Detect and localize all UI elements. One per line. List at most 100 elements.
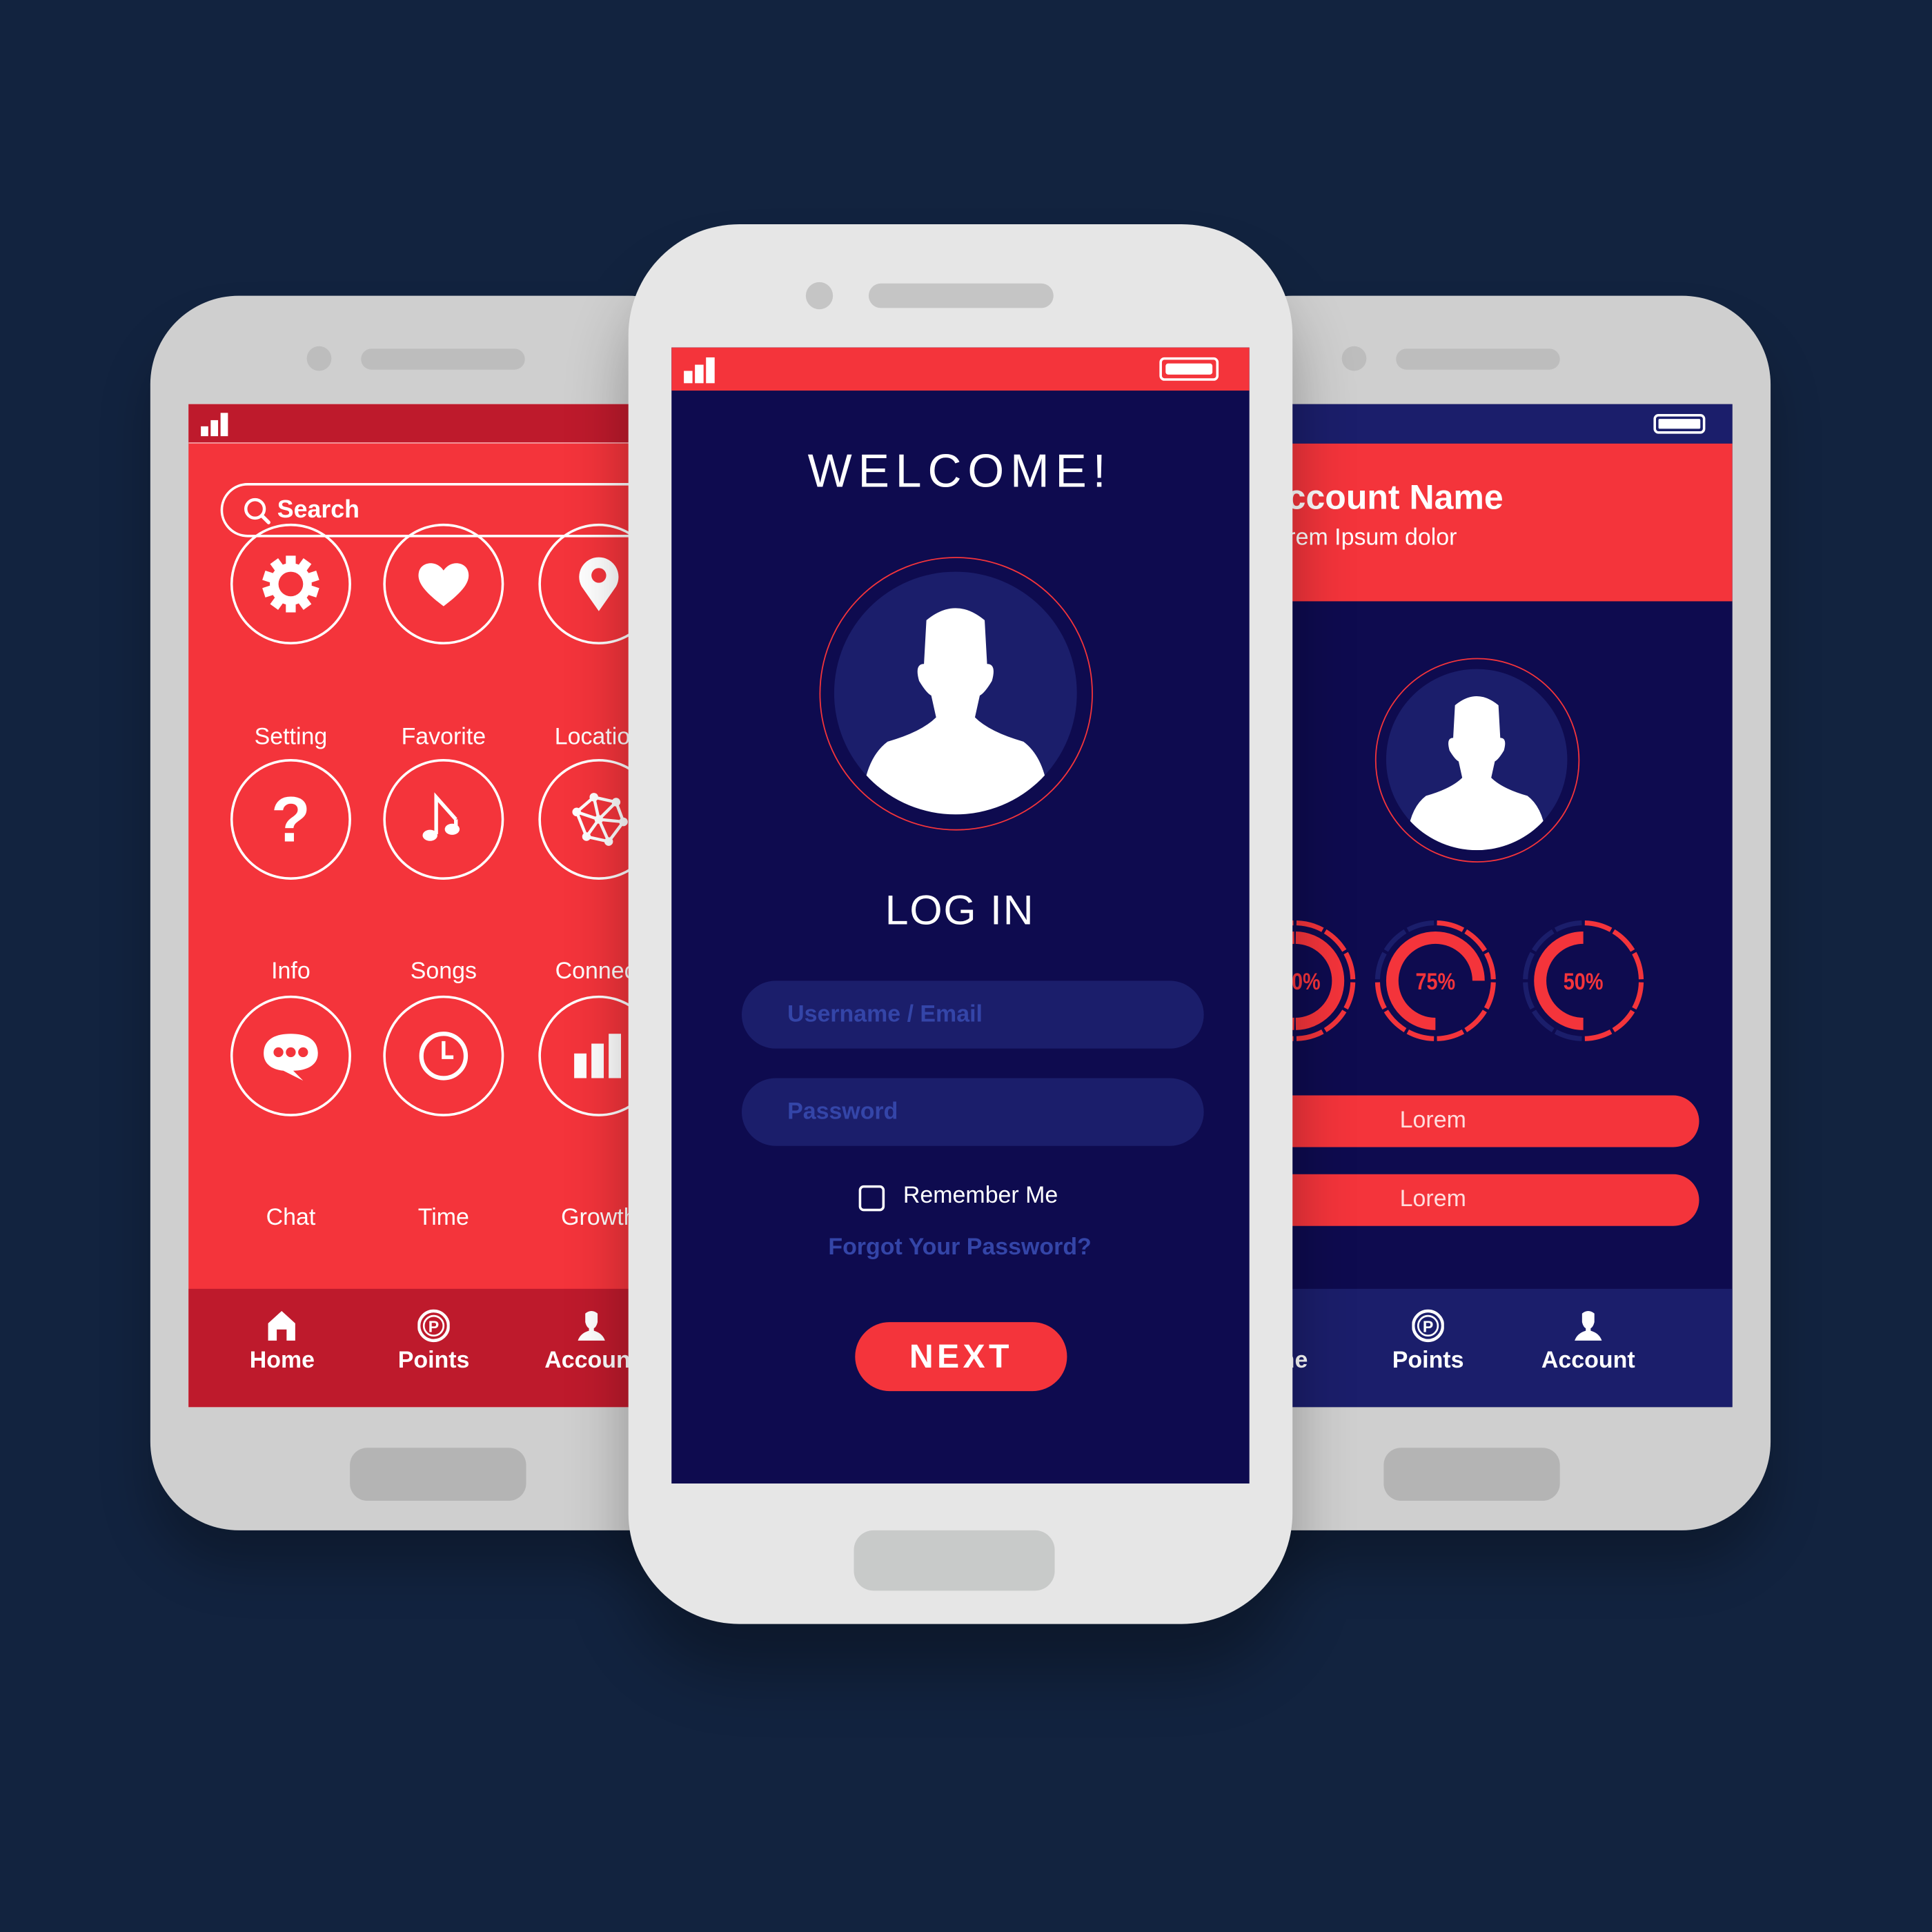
gauge-label: 75% xyxy=(1415,969,1455,995)
gauge-segment xyxy=(1296,920,1324,932)
clock-icon xyxy=(419,1032,469,1081)
camera-dot xyxy=(306,346,332,371)
svg-text:?: ? xyxy=(271,787,310,851)
gauge-segment xyxy=(1343,952,1356,980)
gauge-segment xyxy=(1584,920,1613,932)
username-input[interactable]: Username / Email xyxy=(741,980,1204,1049)
camera-dot xyxy=(1341,346,1367,371)
nav-points[interactable]: P Points xyxy=(1392,1308,1464,1374)
avatar-bg xyxy=(1386,669,1568,851)
speaker xyxy=(868,283,1054,308)
gauge-segment xyxy=(1437,1029,1465,1041)
gauge-segment xyxy=(1437,920,1465,932)
gauge-segment xyxy=(1554,1029,1582,1041)
right-screen: Account Name Lorem Ipsum dolor 100% 75% 50… xyxy=(1216,404,1733,1408)
user-icon xyxy=(578,1310,605,1341)
home-button[interactable] xyxy=(350,1448,526,1501)
nav-account[interactable]: Account xyxy=(1541,1308,1635,1374)
gauge-segment xyxy=(1406,920,1435,932)
canvas: Search Setting Favorite Location? Info Songs… xyxy=(0,0,1932,1932)
profile-header: Account Name Lorem Ipsum dolor xyxy=(1216,443,1733,602)
home-button[interactable] xyxy=(1383,1448,1560,1501)
avatar xyxy=(819,557,1093,831)
signal-icon xyxy=(201,413,228,437)
gauge-label: 50% xyxy=(1564,969,1604,995)
center-phone: WELCOME! LOG IN Username / Email Passwor… xyxy=(628,224,1293,1624)
account-name: Account Name xyxy=(1261,477,1504,517)
question-icon: ? xyxy=(271,787,310,851)
nav-account[interactable]: Account xyxy=(544,1308,638,1374)
grid-item-songs[interactable] xyxy=(383,758,504,880)
gauge-segment xyxy=(1296,1029,1324,1041)
battery-icon xyxy=(1653,413,1706,434)
battery-icon xyxy=(1159,357,1219,381)
login-title: LOG IN xyxy=(885,887,1035,934)
home-button[interactable] xyxy=(854,1530,1055,1591)
gauge-segment xyxy=(1523,982,1535,1010)
status-bar xyxy=(671,347,1250,391)
user-silhouette-icon xyxy=(1408,696,1546,851)
avatar xyxy=(1374,658,1580,862)
gauge-segment xyxy=(1612,929,1635,952)
password-input[interactable]: Password xyxy=(741,1078,1204,1146)
gauge-segment xyxy=(1343,982,1356,1010)
nav-label: Account xyxy=(544,1348,638,1374)
avatar-bg xyxy=(834,571,1077,815)
nav-points[interactable]: P Points xyxy=(398,1308,469,1374)
camera-dot xyxy=(805,282,834,310)
search-icon xyxy=(244,497,270,524)
points-icon: P xyxy=(417,1309,450,1343)
user-silhouette-icon xyxy=(863,608,1048,815)
gauge-50: 50% xyxy=(1523,920,1644,1041)
welcome-title: WELCOME! xyxy=(807,446,1112,498)
grid-label: Growth xyxy=(561,1205,637,1231)
speaker xyxy=(1396,348,1560,370)
gauge-segment xyxy=(1554,920,1582,932)
grid-item-info[interactable]: ? xyxy=(230,758,351,880)
user-icon xyxy=(1575,1310,1602,1341)
network-icon xyxy=(572,793,628,846)
home-icon xyxy=(268,1310,296,1341)
gauge-75: 75% xyxy=(1374,920,1496,1041)
gauge-segment xyxy=(1632,982,1644,1010)
grid-item-favorite[interactable] xyxy=(383,523,504,644)
chat-bubble-icon xyxy=(264,1034,318,1081)
grid-label: Setting xyxy=(254,724,328,751)
gauge-segment xyxy=(1483,982,1496,1010)
next-button[interactable]: NEXT xyxy=(855,1322,1067,1392)
heart-icon xyxy=(418,563,469,607)
gear-icon xyxy=(262,555,319,613)
nav-label: Home xyxy=(249,1348,315,1374)
grid-label: Songs xyxy=(410,958,477,985)
remember-me-checkbox[interactable] xyxy=(858,1185,885,1212)
bar-chart-icon xyxy=(574,1034,621,1078)
nav-label: Account xyxy=(1541,1348,1635,1374)
gauge-segment xyxy=(1374,982,1387,1010)
gauge-segment xyxy=(1612,1009,1635,1033)
speaker xyxy=(361,348,525,370)
points-icon: P xyxy=(1412,1309,1444,1343)
center-screen: WELCOME! LOG IN Username / Email Passwor… xyxy=(671,347,1250,1483)
grid-label: Info xyxy=(271,958,310,985)
music-note-icon xyxy=(422,792,460,841)
bottom-nav: HomePPointsAccount xyxy=(1216,1288,1733,1408)
map-pin-icon xyxy=(579,557,619,611)
search-placeholder: Search xyxy=(277,496,359,524)
grid-item-time[interactable] xyxy=(383,995,504,1116)
gauge-segment xyxy=(1584,1029,1613,1041)
gauge-segment xyxy=(1464,1009,1487,1033)
grid-item-chat[interactable] xyxy=(230,995,351,1116)
forgot-password-link[interactable]: Forgot Your Password? xyxy=(828,1234,1091,1261)
svg-text:P: P xyxy=(1423,1317,1433,1335)
gauge-segment xyxy=(1632,952,1644,980)
svg-text:P: P xyxy=(428,1317,439,1335)
grid-label: Favorite xyxy=(401,724,486,751)
nav-label: Points xyxy=(1392,1348,1464,1374)
gauge-segment xyxy=(1374,952,1387,980)
signal-icon xyxy=(684,357,715,384)
grid-label: Chat xyxy=(266,1205,316,1231)
grid-item-setting[interactable] xyxy=(230,523,351,644)
grid-label: Time xyxy=(417,1205,469,1231)
gauge-segment xyxy=(1483,952,1496,980)
nav-home[interactable]: Home xyxy=(250,1308,315,1374)
